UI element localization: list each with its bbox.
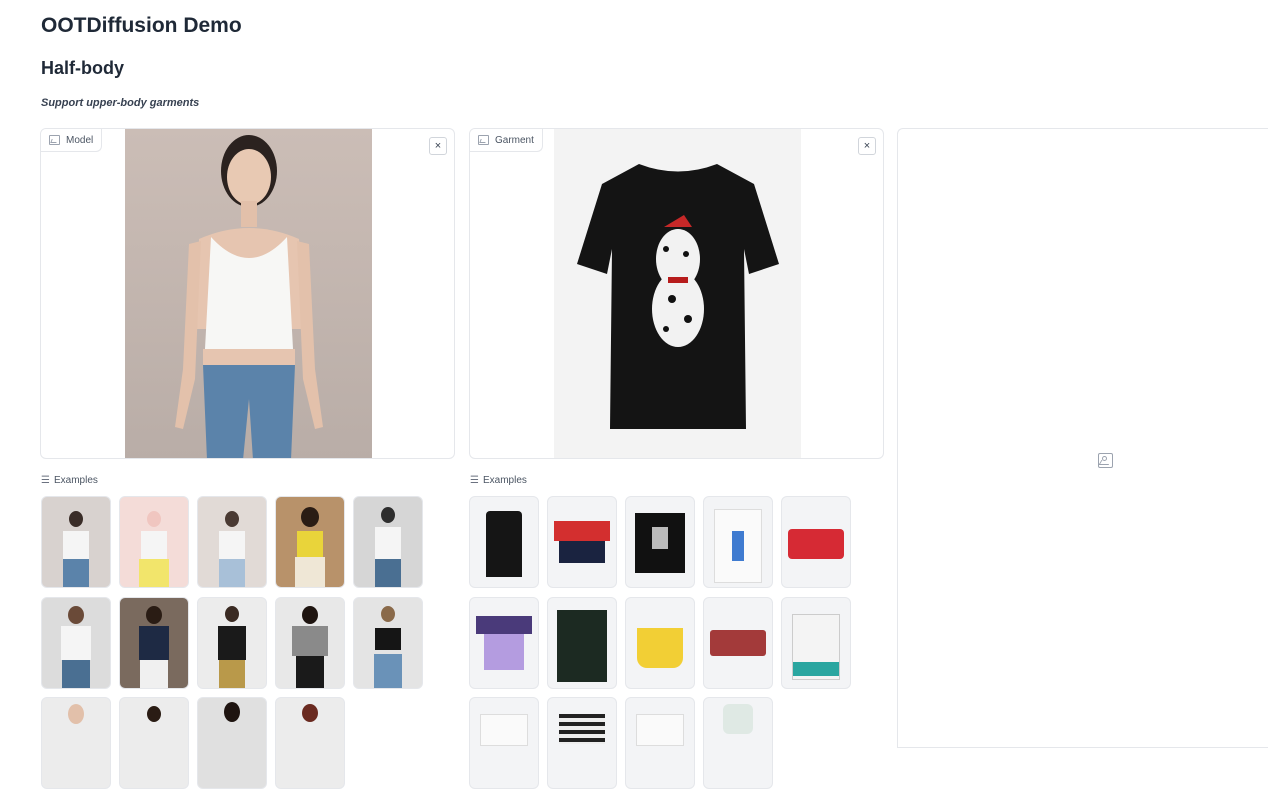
model-figure	[175, 135, 323, 458]
model-label-text: Model	[66, 134, 94, 146]
model-example-thumb[interactable]	[119, 496, 189, 588]
image-icon	[478, 135, 489, 145]
image-icon	[49, 135, 60, 145]
section-subtitle: Support upper-body garments	[41, 97, 200, 109]
model-example-thumb[interactable]	[275, 496, 345, 588]
section-title: Half-body	[41, 58, 124, 78]
image-placeholder-icon	[1098, 453, 1113, 468]
model-example-thumb[interactable]	[41, 597, 111, 689]
list-icon: ☰	[470, 475, 479, 486]
output-image-panel	[897, 128, 1268, 748]
garment-example-thumb[interactable]	[547, 697, 617, 789]
garment-label: Garment	[470, 129, 543, 152]
garment-example-thumb[interactable]	[469, 697, 539, 789]
garment-photo	[554, 129, 801, 458]
model-example-thumb[interactable]	[353, 597, 423, 689]
model-example-thumb[interactable]	[353, 496, 423, 588]
model-label: Model	[41, 129, 103, 152]
list-icon: ☰	[41, 475, 50, 486]
garment-label-text: Garment	[495, 134, 534, 146]
garment-example-thumb[interactable]	[469, 496, 539, 588]
garment-image-panel[interactable]: Garment ×	[469, 128, 884, 459]
garment-example-thumb[interactable]	[547, 597, 617, 689]
model-photo	[125, 129, 372, 458]
garment-clear-button[interactable]: ×	[858, 137, 876, 155]
model-example-thumb[interactable]	[119, 597, 189, 689]
garment-example-thumb[interactable]	[703, 597, 773, 689]
garment-example-thumb[interactable]	[703, 496, 773, 588]
model-example-thumb[interactable]	[41, 697, 111, 789]
model-example-thumb[interactable]	[197, 697, 267, 789]
garment-example-thumb[interactable]	[781, 496, 851, 588]
garment-examples-label: ☰ Examples	[470, 475, 527, 486]
garment-example-thumb[interactable]	[469, 597, 539, 689]
garment-example-thumb[interactable]	[625, 697, 695, 789]
model-examples-label: ☰ Examples	[41, 475, 98, 486]
model-example-thumb[interactable]	[275, 597, 345, 689]
page-title: OOTDiffusion Demo	[41, 14, 242, 37]
garment-tshirt	[577, 164, 779, 429]
model-example-thumb[interactable]	[119, 697, 189, 789]
garment-example-thumb[interactable]	[625, 597, 695, 689]
garment-example-thumb[interactable]	[625, 496, 695, 588]
model-example-thumb[interactable]	[197, 496, 267, 588]
model-image-panel[interactable]: Model ×	[40, 128, 455, 459]
examples-label-text: Examples	[482, 475, 527, 486]
model-example-thumb[interactable]	[275, 697, 345, 789]
garment-example-thumb[interactable]	[703, 697, 773, 789]
examples-label-text: Examples	[53, 475, 98, 486]
model-example-thumb[interactable]	[41, 496, 111, 588]
garment-example-thumb[interactable]	[547, 496, 617, 588]
model-example-thumb[interactable]	[197, 597, 267, 689]
garment-example-thumb[interactable]	[781, 597, 851, 689]
model-clear-button[interactable]: ×	[429, 137, 447, 155]
